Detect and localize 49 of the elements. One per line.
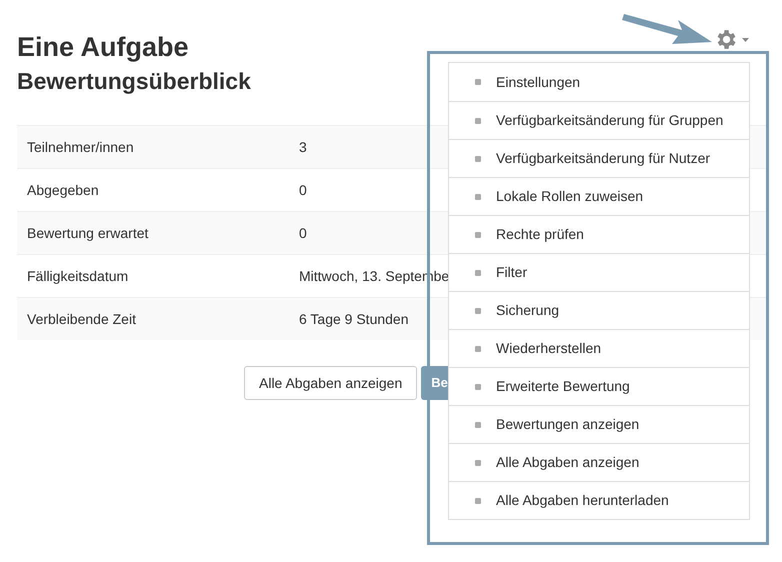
menu-item-label: Sicherung (496, 301, 560, 320)
menu-item-label: Alle Abgaben anzeigen (496, 453, 640, 472)
menu-item[interactable]: Sicherung (449, 291, 749, 329)
bullet-icon (475, 308, 481, 314)
menu-item[interactable]: Verfügbarkeitsänderung für Nutzer (449, 139, 749, 177)
menu-item-label: Verfügbarkeitsänderung für Gruppen (496, 111, 724, 130)
bullet-icon (475, 384, 481, 390)
bullet-icon (475, 346, 481, 352)
bullet-icon (475, 194, 481, 200)
menu-item[interactable]: Lokale Rollen zuweisen (449, 177, 749, 215)
menu-item[interactable]: Einstellungen (449, 63, 749, 101)
menu-item-label: Bewertungen anzeigen (496, 415, 640, 434)
page-subtitle: Bewertungsüberblick (17, 67, 251, 96)
bullet-icon (475, 118, 481, 124)
menu-item-label: Wiederherstellen (496, 339, 602, 358)
menu-item[interactable]: Verfügbarkeitsänderung für Gruppen (449, 101, 749, 139)
menu-item[interactable]: Alle Abgaben herunterladen (449, 481, 749, 519)
menu-item-label: Filter (496, 263, 528, 282)
menu-item[interactable]: Filter (449, 253, 749, 291)
table-cell-text: Fälligkeitsdatum (26, 266, 130, 286)
menu-item-label: Einstellungen (496, 72, 580, 92)
menu-item[interactable]: Wiederherstellen (449, 329, 749, 367)
bullet-icon (475, 422, 481, 428)
menu-item-label: Alle Abgaben herunterladen (496, 491, 669, 510)
table-cell-text: Abgegeben (26, 180, 100, 200)
bullet-icon (475, 232, 481, 238)
bullet-icon (475, 498, 481, 504)
menu-item-label: Rechte prüfen (496, 225, 584, 244)
action-button[interactable]: Alle Abgaben anzeigen (244, 366, 418, 400)
menu-item-label: Lokale Rollen zuweisen (496, 187, 644, 206)
menu-item-label: Erweiterte Bewertung (496, 377, 630, 396)
menu-item-label: Verfügbarkeitsänderung für Nutzer (496, 149, 710, 168)
menu-item[interactable]: Rechte prüfen (449, 215, 749, 253)
bullet-icon (475, 460, 481, 466)
bullet-icon (475, 156, 481, 162)
table-cell-text: Verbleibende Zeit (26, 310, 137, 328)
menu-item[interactable]: Bewertungen anzeigen (449, 405, 749, 443)
menu-item[interactable]: Alle Abgaben anzeigen (449, 443, 749, 481)
table-cell-text: 3 (299, 138, 307, 156)
caret-icon (742, 38, 749, 42)
page-title: Eine Aufgabe (17, 31, 189, 64)
bullet-icon (475, 270, 481, 276)
table-cell-text: 0 (299, 224, 307, 242)
bullet-icon (475, 79, 481, 85)
menu-item[interactable]: Erweiterte Bewertung (449, 367, 749, 405)
table-cell-text: Bewertung erwartet (26, 224, 150, 243)
table-cell-text: 6 Tage 9 Stunden (299, 310, 409, 329)
table-cell-text: Teilnehmer/innen (26, 138, 135, 156)
table-cell-text: 0 (299, 180, 307, 200)
